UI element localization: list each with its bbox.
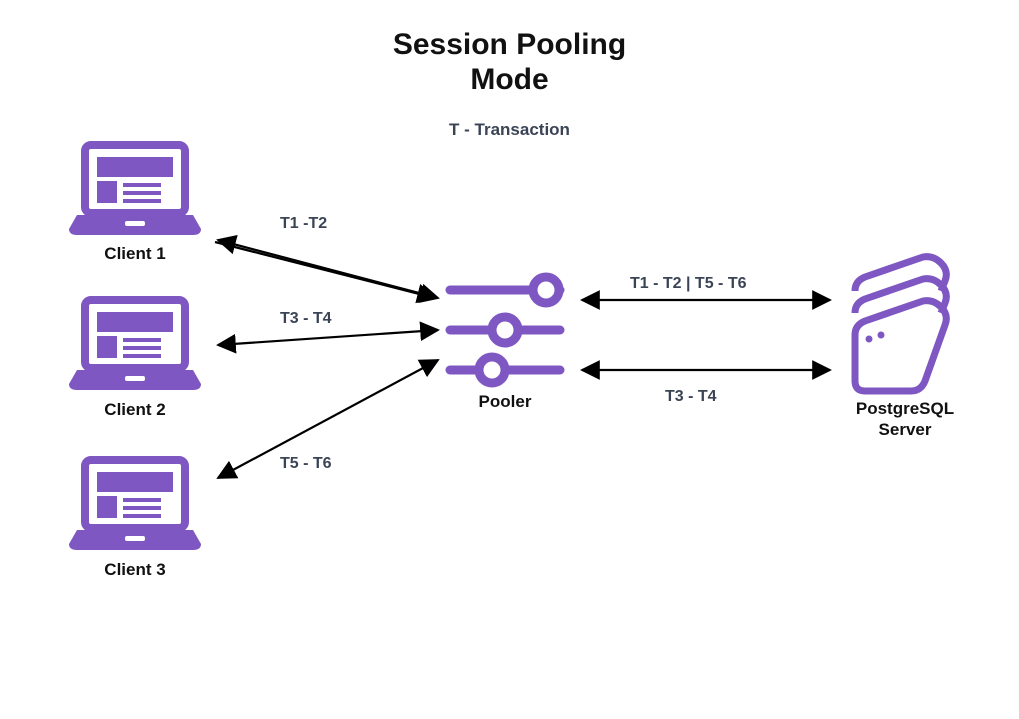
client2-label: Client 2 <box>75 400 195 420</box>
server-label: PostgreSQL Server <box>830 398 980 441</box>
edge-label-top: T1 - T2 | T5 - T6 <box>630 275 747 293</box>
edge-label-bottom: T3 - T4 <box>665 388 717 406</box>
postgresql-database-icon <box>855 257 946 391</box>
client3-label: Client 3 <box>75 560 195 580</box>
diagram-canvas: Session Pooling Mode T - Transaction <box>0 0 1019 719</box>
diagram-svg <box>0 0 1019 719</box>
client1-label: Client 1 <box>75 244 195 264</box>
edge-c2-pooler <box>218 330 438 345</box>
client2-laptop-icon <box>69 300 201 390</box>
edge-label-c1: T1 -T2 <box>280 215 327 233</box>
edge-label-c2: T3 - T4 <box>280 310 332 328</box>
pooler-sliders-icon <box>450 277 560 383</box>
pooler-label: Pooler <box>450 392 560 412</box>
server-label-line2: Server <box>879 420 932 439</box>
client3-laptop-icon <box>69 460 201 550</box>
edge-c1-pooler <box>218 240 438 298</box>
edge-label-c3: T5 - T6 <box>280 455 332 473</box>
server-label-line1: PostgreSQL <box>856 399 954 418</box>
client1-laptop-icon <box>69 145 201 235</box>
